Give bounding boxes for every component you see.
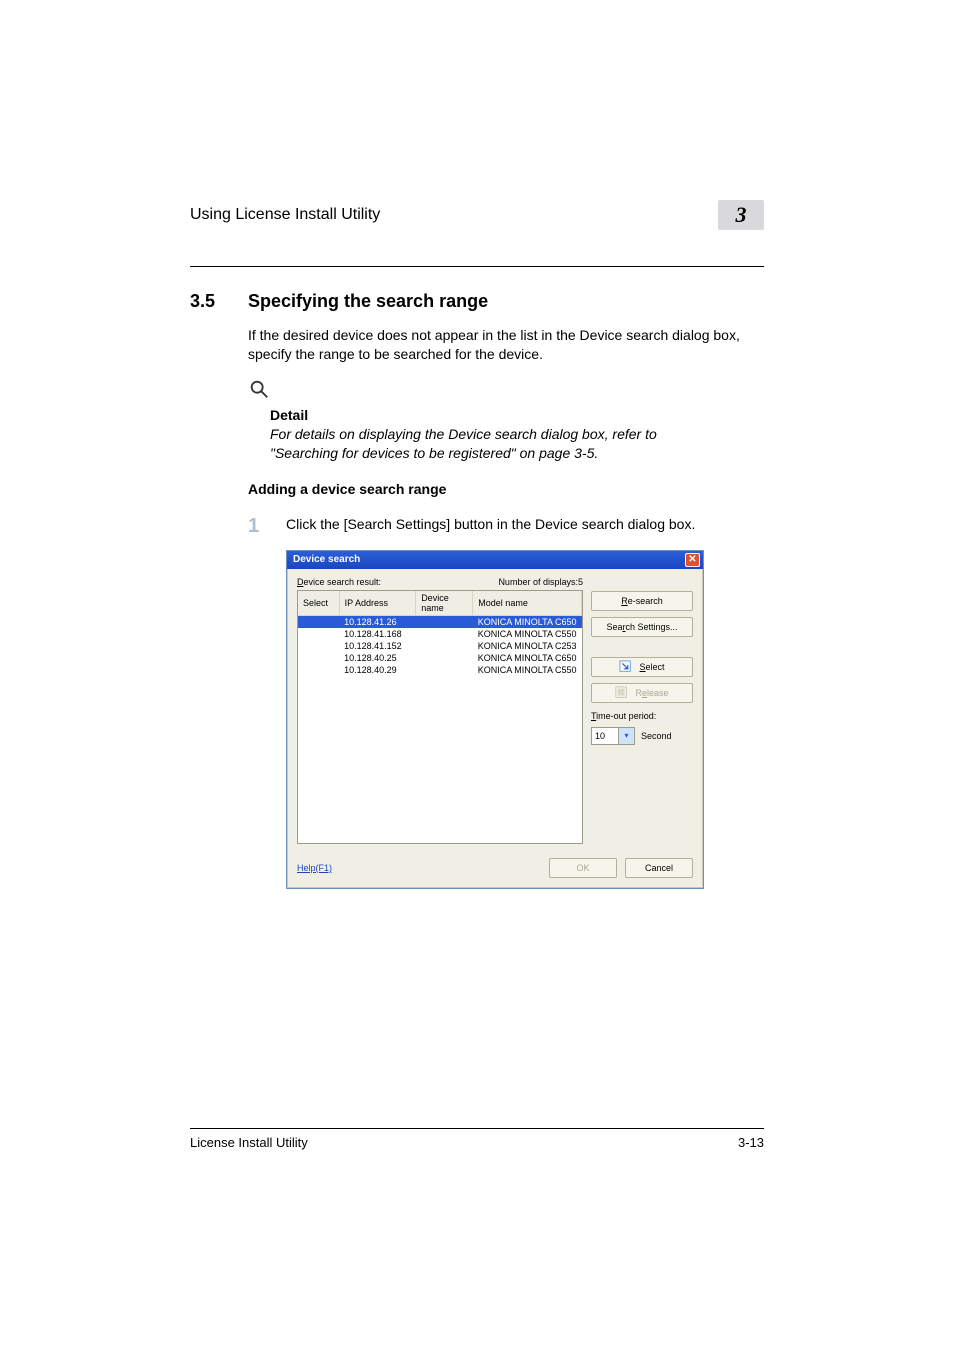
section-number: 3.5 xyxy=(190,291,230,312)
timeout-unit: Second xyxy=(641,731,672,741)
number-of-displays: Number of displays:5 xyxy=(498,577,583,587)
chevron-down-icon[interactable]: ▾ xyxy=(618,728,634,744)
subheading: Adding a device search range xyxy=(248,481,764,497)
research-button[interactable]: Re-search xyxy=(591,591,693,611)
timeout-block: Time-out period: ▾ Second xyxy=(591,711,693,745)
col-model-name[interactable]: Model name xyxy=(473,591,582,616)
ok-button: OK xyxy=(549,858,617,878)
dialog-title: Device search xyxy=(293,554,360,565)
col-ip[interactable]: IP Address xyxy=(339,591,416,616)
table-header-row: Select IP Address Device name Model name xyxy=(298,591,582,616)
step-1: 1 Click the [Search Settings] button in … xyxy=(248,515,764,538)
col-device-name[interactable]: Device name xyxy=(416,591,473,616)
col-select[interactable]: Select xyxy=(298,591,339,616)
dialog-right-pane: Re-search Search Settings... Select Rele… xyxy=(591,577,693,844)
release-button: Release xyxy=(591,683,693,703)
running-header: Using License Install Utility 3 xyxy=(190,200,764,236)
timeout-label: Time-out period: xyxy=(591,711,656,721)
select-button[interactable]: Select xyxy=(591,657,693,677)
detail-label: Detail xyxy=(270,407,764,423)
table-row[interactable]: 10.128.41.168KONICA MINOLTA C550 xyxy=(298,628,582,640)
device-search-dialog: Device search ✕ Device search result: Nu… xyxy=(286,550,704,889)
device-table[interactable]: Select IP Address Device name Model name… xyxy=(297,590,583,844)
release-icon xyxy=(615,686,629,700)
search-settings-button[interactable]: Search Settings... xyxy=(591,617,693,637)
section-heading: 3.5 Specifying the search range xyxy=(190,291,764,312)
device-search-result-label: Device search result: xyxy=(297,577,381,587)
table-row[interactable]: 10.128.41.152KONICA MINOLTA C253 xyxy=(298,640,582,652)
table-row[interactable]: 10.128.40.25KONICA MINOLTA C650 xyxy=(298,652,582,664)
dialog-left-pane: Device search result: Number of displays… xyxy=(297,577,583,844)
running-head-text: Using License Install Utility xyxy=(190,206,380,224)
section-intro: If the desired device does not appear in… xyxy=(248,326,764,364)
cancel-button[interactable]: Cancel xyxy=(625,858,693,878)
chapter-badge: 3 xyxy=(718,200,764,230)
page-footer: License Install Utility 3-13 xyxy=(190,1128,764,1150)
close-icon[interactable]: ✕ xyxy=(685,553,700,567)
dialog-footer: Help(F1) OK Cancel xyxy=(287,852,703,888)
section-title: Specifying the search range xyxy=(248,291,488,312)
detail-text: For details on displaying the Device sea… xyxy=(270,425,700,463)
magnifier-icon xyxy=(248,378,764,405)
footer-product: License Install Utility xyxy=(190,1135,308,1150)
timeout-spinner[interactable]: ▾ xyxy=(591,727,635,745)
select-arrow-icon xyxy=(619,660,633,674)
step-text: Click the [Search Settings] button in th… xyxy=(286,515,695,538)
dialog-body: Device search result: Number of displays… xyxy=(287,569,703,852)
dialog-titlebar: Device search ✕ xyxy=(287,551,703,569)
table-row[interactable]: 10.128.41.26KONICA MINOLTA C650 xyxy=(298,615,582,628)
help-link[interactable]: Help(F1) xyxy=(297,863,332,873)
step-number: 1 xyxy=(248,515,268,538)
table-row[interactable]: 10.128.40.29KONICA MINOLTA C550 xyxy=(298,664,582,676)
result-header: Device search result: Number of displays… xyxy=(297,577,583,587)
page: Using License Install Utility 3 3.5 Spec… xyxy=(0,0,954,1350)
timeout-input[interactable] xyxy=(592,728,618,744)
footer-page-number: 3-13 xyxy=(738,1135,764,1150)
detail-block: Detail For details on displaying the Dev… xyxy=(248,407,764,463)
